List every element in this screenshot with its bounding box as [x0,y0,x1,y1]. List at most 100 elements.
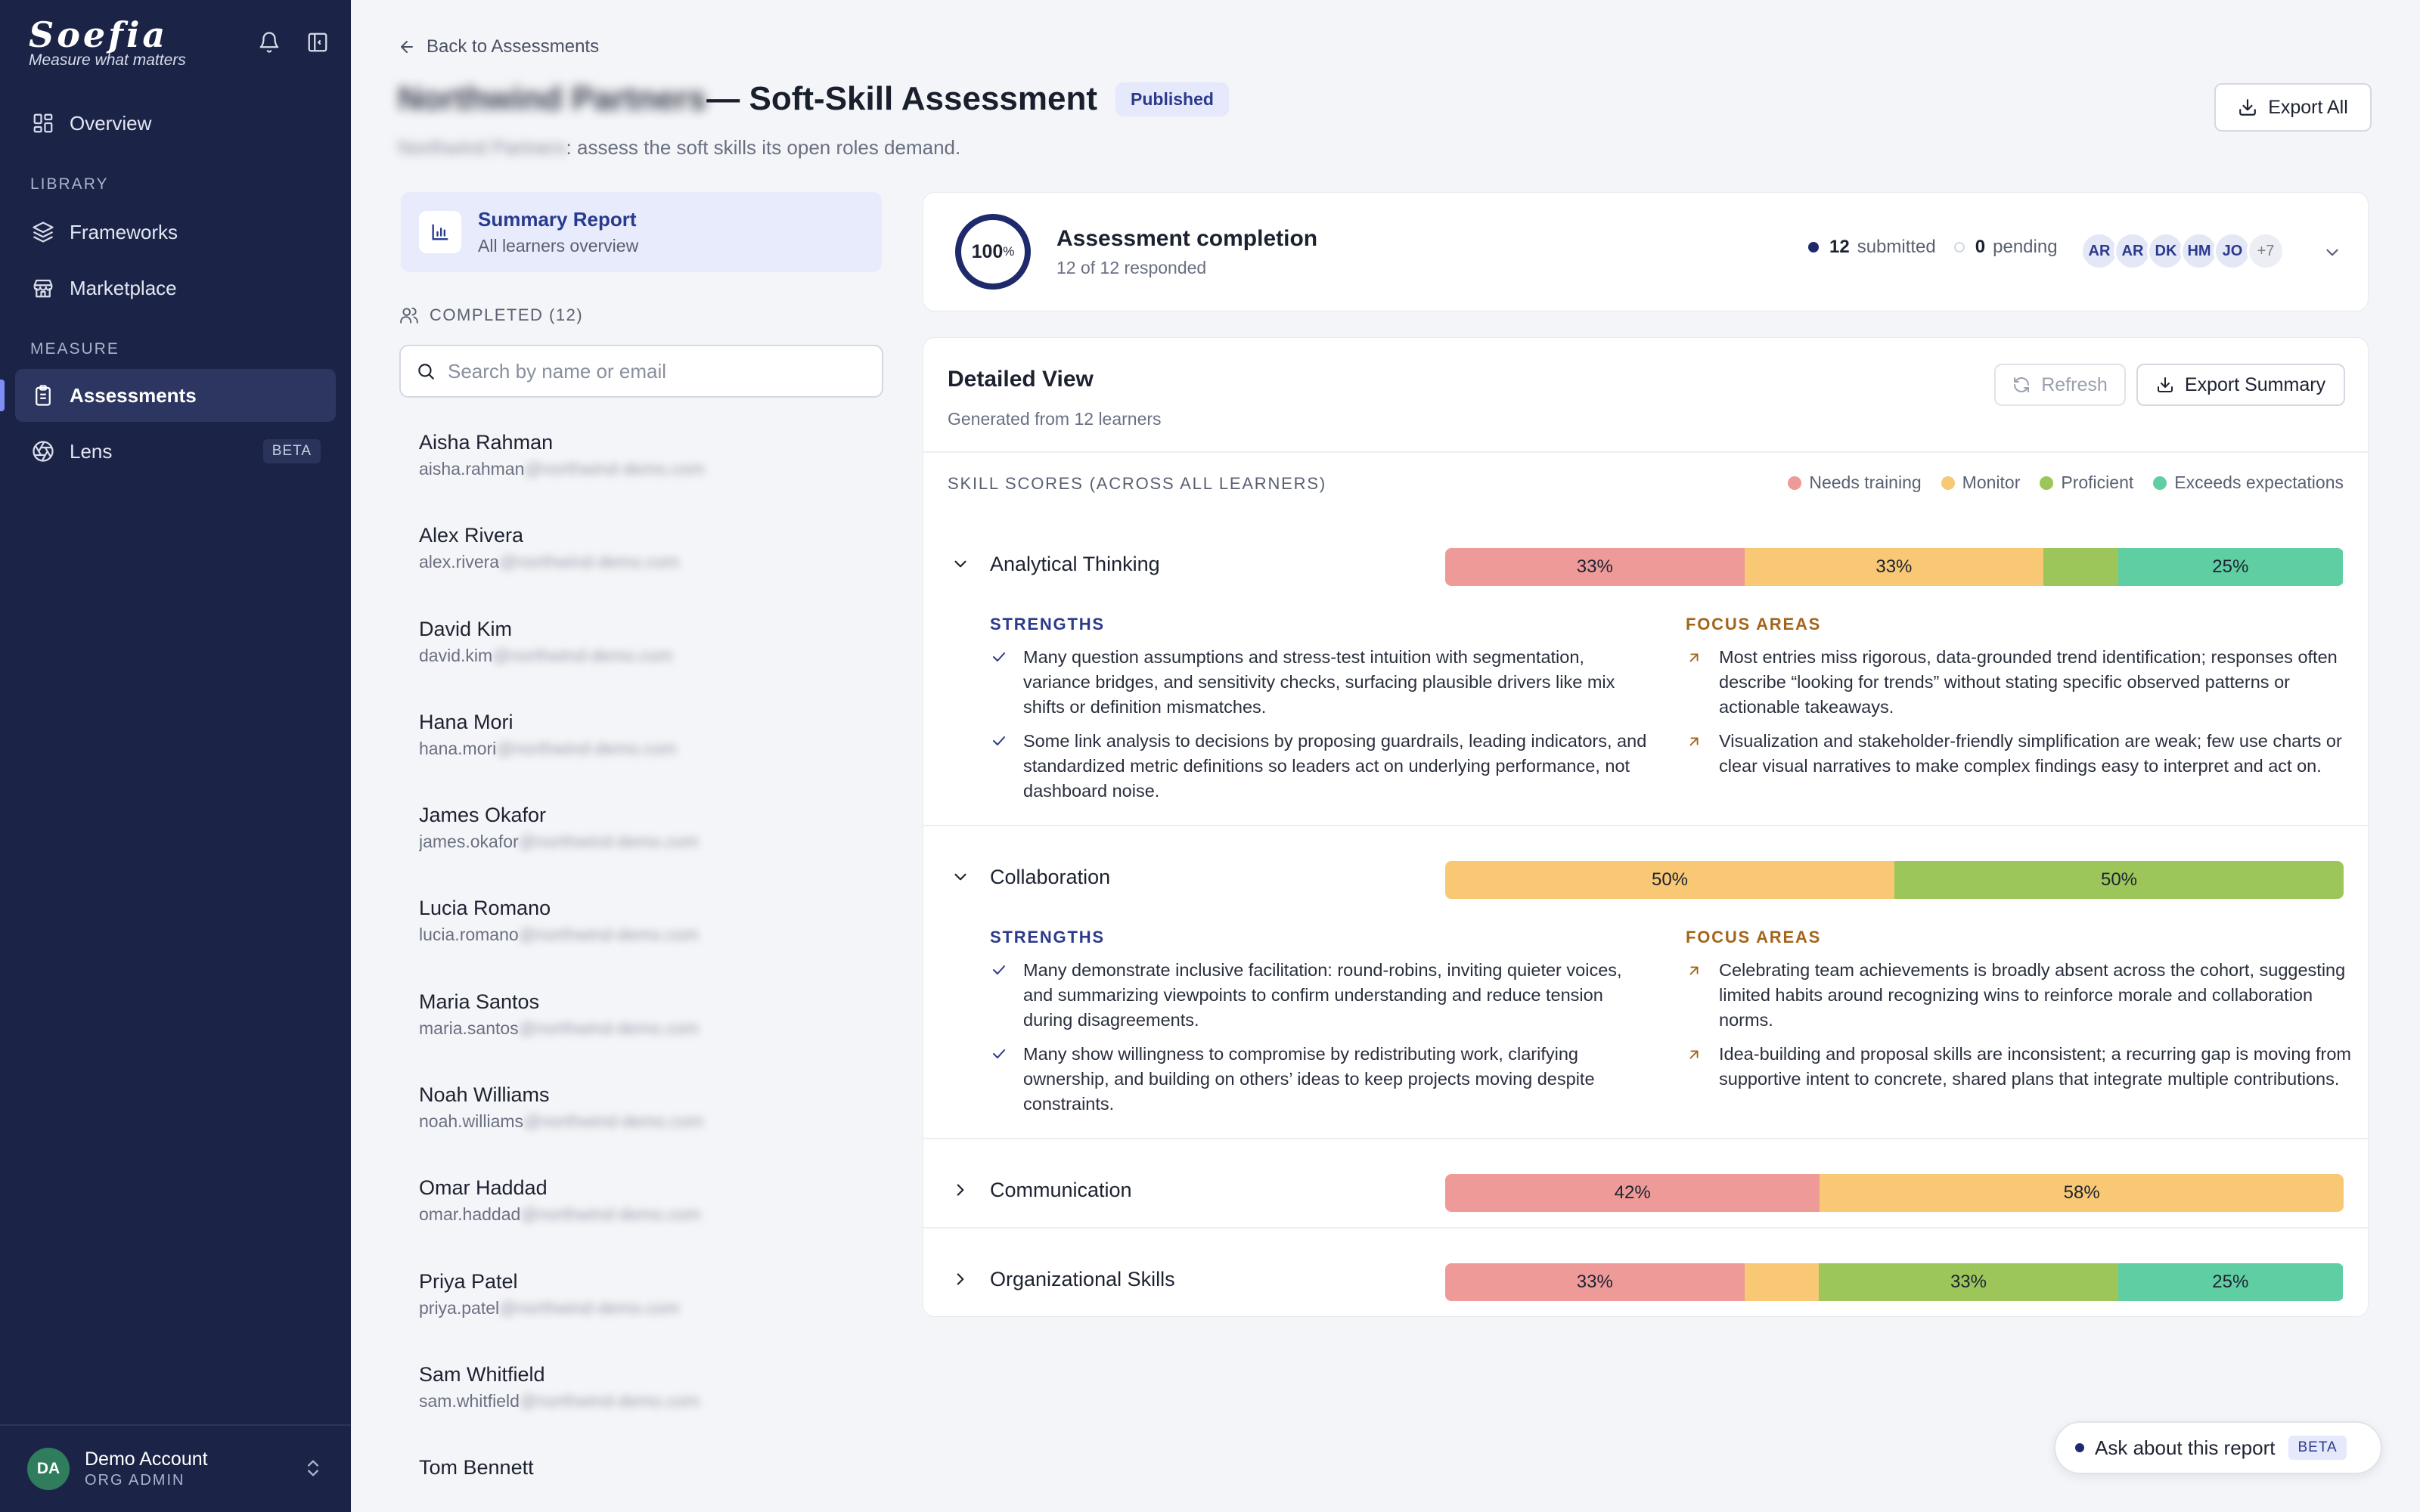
score-segment: 50% [1445,861,1894,899]
learner-name: Hana Mori [419,710,513,733]
learner-list-item[interactable]: Noah Williams noah.williams@northwind-dem… [419,1083,873,1176]
completion-percent: 100% [954,212,1032,291]
users-icon [400,307,418,324]
point-text: Celebrating team achievements is broadly… [1719,960,2346,1030]
ask-about-report-button[interactable]: Ask about this report BETA [2054,1421,2382,1474]
learner-email: aisha.rahman@northwind-demo.com [419,459,873,479]
brand-logo[interactable]: Soefia Measure what matters [29,15,186,70]
account-switcher[interactable]: DA Demo Account ORG ADMIN [0,1424,351,1512]
learner-search[interactable] [399,345,883,398]
point-text: Visualization and stakeholder-friendly s… [1719,731,2342,776]
learner-list-item[interactable]: James Okafor james.okafor@northwind-demo.… [419,804,873,897]
learner-list-item[interactable]: Aisha Rahman aisha.rahman@northwind-demo.… [419,431,873,524]
learner-email: maria.santos@northwind-demo.com [419,1018,873,1039]
focus-point: Idea-building and proposal skills are in… [1686,1042,2351,1092]
notifications-bell-icon[interactable] [254,27,284,57]
learner-email-local: hana.mori [419,738,497,758]
learner-list-item[interactable]: Lucia Romano lucia.romano@northwind-demo.… [419,897,873,990]
nav-assessments[interactable]: Assessments [0,369,336,422]
nav-frameworks-label: Frameworks [70,220,178,243]
learner-email-local: noah.williams [419,1111,524,1132]
respondent-avatars[interactable]: AR AR DK HM JO +7 [2080,232,2285,270]
skill-row[interactable]: Organizational Skills 33% 33% 25% [923,1253,2368,1306]
learner-list-item[interactable]: Priya Patel priya.patel@northwind-demo.co… [419,1270,873,1363]
legend-swatch [2040,476,2054,490]
arrow-up-right-icon [1686,729,1719,779]
learner-name: David Kim [419,617,513,640]
score-legend: Needs training Monitor Proficient Exceeds e… [1768,472,2344,493]
score-segment: 42% [1445,1174,1820,1212]
back-link-label: Back to Assessments [427,36,600,57]
skill-name: Communication [990,1179,1132,1201]
nav-section-measure: MEASURE [30,340,119,358]
focus-areas-heading: FOCUS AREAS [1686,615,1822,634]
nav-frameworks[interactable]: Frameworks [15,206,336,259]
learner-email-local: david.kim [419,645,493,665]
score-segment: 33% [1744,548,2044,586]
learner-list-item[interactable]: Tom Bennett [419,1456,873,1480]
skill-scores-label: SKILL SCORES (ACROSS ALL LEARNERS) [948,474,1326,493]
learner-list-item[interactable]: Maria Santos maria.santos@northwind-demo.… [419,990,873,1083]
nav-lens[interactable]: Lens BETA [15,425,336,478]
learner-list-item[interactable]: Hana Mori hana.mori@northwind-demo.com [419,711,873,804]
completion-title: Assessment completion [1056,226,1318,251]
learner-email: priya.patel@northwind-demo.com [419,1298,873,1318]
legend-label: Exceeds expectations [2174,472,2344,492]
focus-point: Celebrating team achievements is broadly… [1686,958,2351,1033]
subtitle-text: : assess the soft skills its open roles … [566,136,961,159]
skill-name: Collaboration [990,866,1111,888]
completion-stats: 12 submitted 0 pending [1808,237,2058,258]
summary-report-item[interactable]: Summary Report All learners overview [401,192,882,272]
submitted-label: submitted [1857,237,1936,257]
learner-name: Lucia Romano [419,897,551,920]
export-all-button[interactable]: Export All [2214,83,2372,132]
learner-list-item[interactable]: David Kim david.kim@northwind-demo.com [419,618,873,711]
learner-name: Noah Williams [419,1083,550,1107]
check-icon [990,729,1023,804]
learner-list-item[interactable]: Sam Whitfield sam.whitfield@northwind-dem… [419,1363,873,1456]
detailed-view-title: Detailed View [948,367,1094,392]
back-to-assessments-link[interactable]: Back to Assessments [398,36,599,57]
learner-email-local: aisha.rahman [419,459,525,479]
chevron-down-icon[interactable] [951,554,970,578]
legend-label: Monitor [1962,472,2021,492]
learner-email-domain-redacted: @northwind-demo.com [499,552,680,572]
layers-icon [30,219,56,245]
learner-list-item[interactable]: Alex Rivera alex.rivera@northwind-demo.co… [419,524,873,617]
score-segment: 33% [1445,548,1745,586]
nav-marketplace[interactable]: Marketplace [15,262,336,314]
search-input[interactable] [448,359,871,383]
export-summary-button[interactable]: Export Summary [2136,364,2345,406]
chevron-right-icon[interactable] [951,1269,970,1293]
org-name-redacted: Northwind Partners [398,80,707,117]
chevrons-up-down-icon [302,1458,324,1483]
arrow-up-right-icon [1686,1042,1719,1092]
legend-swatch [2153,476,2167,490]
brand-name: Soefia [29,14,169,55]
point-text: Idea-building and proposal skills are in… [1719,1044,2351,1089]
learner-list-item[interactable]: Omar Haddad omar.haddad@northwind-demo.co… [419,1176,873,1269]
learner-list: Aisha Rahman aisha.rahman@northwind-demo.… [419,431,873,1480]
chevron-right-icon[interactable] [951,1180,970,1204]
arrow-up-right-icon [1686,645,1719,720]
skill-score-bar: 33% 33% 25% [1445,1263,2344,1301]
status-badge: Published [1115,82,1229,116]
nav-marketplace-label: Marketplace [70,276,177,299]
nav-overview[interactable]: Overview [15,97,336,150]
skill-row[interactable]: Communication 42% 58% [923,1163,2368,1216]
learner-name: Maria Santos [419,990,540,1013]
score-segment: 50% [1894,861,2344,899]
learner-name: Priya Patel [419,1269,518,1293]
chevron-down-icon[interactable] [2322,243,2342,266]
refresh-icon [2014,377,2030,392]
pending-count: 0 [1975,237,1986,257]
respondent-avatar: DK [2147,232,2185,270]
refresh-button[interactable]: Refresh [1994,364,2126,406]
skill-row[interactable]: Analytical Thinking 33% 33% 25% [923,538,2368,590]
submitted-count: 12 [1829,237,1850,257]
collapse-sidebar-icon[interactable] [302,27,333,57]
brand-tagline: Measure what matters [29,51,186,69]
detailed-view-sub: Generated from 12 learners [948,409,1162,429]
skill-row[interactable]: Collaboration 50% 50% [923,850,2368,903]
chevron-down-icon[interactable] [951,867,970,891]
